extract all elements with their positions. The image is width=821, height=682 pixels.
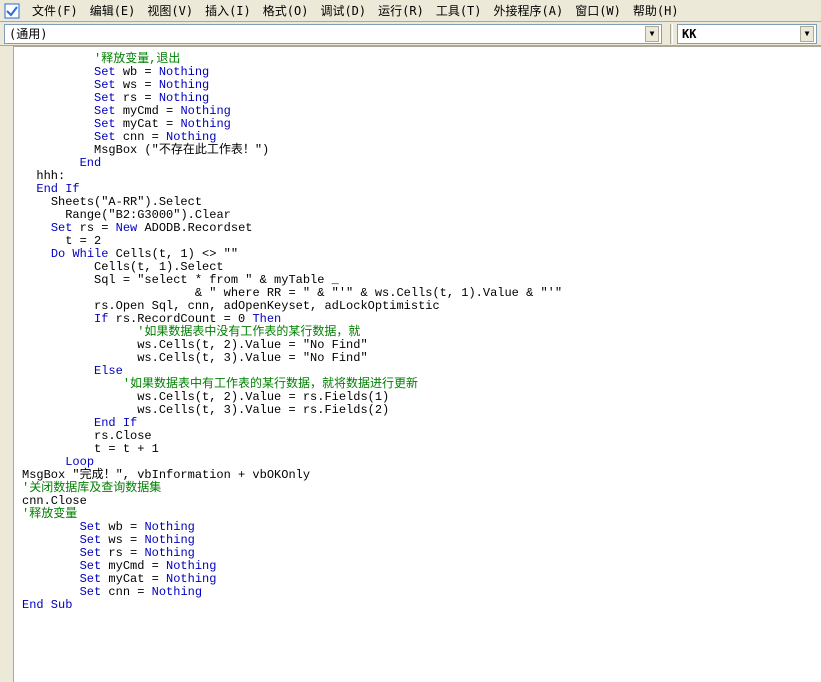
- code-line[interactable]: cnn.Close: [22, 495, 817, 508]
- menu-addins[interactable]: 外接程序(A): [488, 0, 570, 21]
- code-line[interactable]: ws.Cells(t, 3).Value = rs.Fields(2): [22, 404, 817, 417]
- code-line[interactable]: hhh:: [22, 170, 817, 183]
- menu-file[interactable]: 文件(F): [26, 0, 84, 21]
- menu-window[interactable]: 窗口(W): [569, 0, 627, 21]
- procedure-combobox[interactable]: KK ▼: [677, 24, 817, 44]
- margin-indicator-bar[interactable]: [0, 46, 14, 682]
- code-line[interactable]: '关闭数据库及查询数据集: [22, 482, 817, 495]
- menu-format[interactable]: 格式(O): [257, 0, 315, 21]
- menu-run[interactable]: 运行(R): [372, 0, 430, 21]
- object-combobox-value: (通用): [9, 25, 47, 42]
- menu-tools[interactable]: 工具(T): [430, 0, 488, 21]
- menu-insert[interactable]: 插入(I): [199, 0, 257, 21]
- code-line[interactable]: Set cnn = Nothing: [22, 586, 817, 599]
- menu-view[interactable]: 视图(V): [141, 0, 199, 21]
- code-line[interactable]: Set rs = New ADODB.Recordset: [22, 222, 817, 235]
- chevron-down-icon[interactable]: ▼: [800, 26, 814, 42]
- code-line[interactable]: ws.Cells(t, 3).Value = "No Find": [22, 352, 817, 365]
- procedure-combobox-value: KK: [682, 27, 696, 41]
- code-editor[interactable]: '释放变量,退出 Set wb = Nothing Set ws = Nothi…: [14, 46, 821, 682]
- menu-help[interactable]: 帮助(H): [627, 0, 685, 21]
- app-icon: [4, 3, 20, 19]
- code-line[interactable]: t = t + 1: [22, 443, 817, 456]
- editor-area: '释放变量,退出 Set wb = Nothing Set ws = Nothi…: [0, 46, 821, 682]
- chevron-down-icon[interactable]: ▼: [645, 26, 659, 42]
- toolbar-divider: [670, 24, 673, 44]
- menu-debug[interactable]: 调试(D): [314, 0, 372, 21]
- menu-edit[interactable]: 编辑(E): [84, 0, 142, 21]
- object-proc-bar: (通用) ▼ KK ▼: [0, 22, 821, 46]
- code-line[interactable]: End: [22, 157, 817, 170]
- menu-bar: 文件(F) 编辑(E) 视图(V) 插入(I) 格式(O) 调试(D) 运行(R…: [0, 0, 821, 22]
- code-line[interactable]: MsgBox ("不存在此工作表！"): [22, 144, 817, 157]
- code-line[interactable]: End Sub: [22, 599, 817, 612]
- object-combobox[interactable]: (通用) ▼: [4, 24, 662, 44]
